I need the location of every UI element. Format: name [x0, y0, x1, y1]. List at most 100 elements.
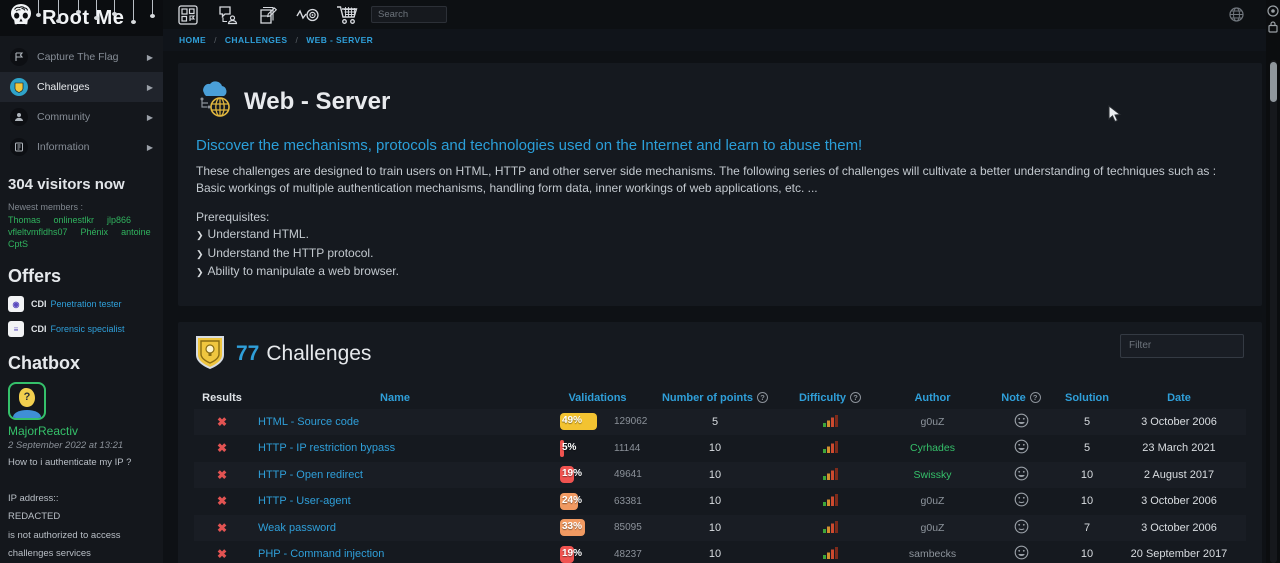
note-cell [980, 413, 1062, 431]
solution-count: 10 [1062, 495, 1112, 507]
activity-monitor-icon[interactable] [291, 4, 325, 26]
column-header-author[interactable]: Author [885, 392, 980, 404]
difficulty-bars-icon [822, 545, 839, 563]
not-solved-x-icon[interactable]: ✖ [194, 441, 250, 455]
member-link[interactable]: jlp866 [107, 215, 131, 225]
help-icon[interactable]: ? [850, 392, 861, 403]
breadcrumb-separator: / [295, 35, 298, 45]
member-link[interactable]: Phénix [81, 227, 109, 237]
right-rail [1266, 0, 1280, 563]
not-solved-x-icon[interactable]: ✖ [194, 521, 250, 535]
not-solved-x-icon[interactable]: ✖ [194, 494, 250, 508]
column-header-solution[interactable]: Solution [1062, 392, 1112, 404]
not-solved-x-icon[interactable]: ✖ [194, 468, 250, 482]
member-link[interactable]: CptS [8, 239, 28, 249]
chat-username[interactable]: MajorReactiv [8, 424, 155, 438]
chat-avatar[interactable]: ? [8, 382, 46, 420]
validation-count: 11144 [614, 443, 640, 454]
author-link[interactable]: sambecks [885, 548, 980, 560]
column-header-note[interactable]: Note? [980, 392, 1062, 404]
challenge-link[interactable]: PHP - Command injection [258, 548, 384, 560]
author-link[interactable]: g0uZ [885, 495, 980, 507]
member-link[interactable]: antoine [121, 227, 151, 237]
shop-cart-icon[interactable] [331, 4, 365, 26]
ctf-grid-icon[interactable] [171, 4, 205, 26]
logo[interactable]: Root Me [0, 0, 163, 36]
challenge-link[interactable]: HTTP - User-agent [258, 495, 351, 507]
column-header-difficulty[interactable]: Difficulty? [775, 392, 885, 404]
solution-count: 7 [1062, 522, 1112, 534]
sidebar-item-challenges[interactable]: Challenges ▶ [0, 72, 163, 102]
challenge-link[interactable]: HTML - Source code [258, 416, 359, 428]
author-link[interactable]: g0uZ [885, 522, 980, 534]
help-icon[interactable]: ? [1030, 392, 1041, 403]
points-value: 10 [655, 442, 775, 454]
date-value: 3 October 2006 [1112, 495, 1246, 507]
validation-percentage: 19% [562, 548, 582, 559]
column-header-number-of-points[interactable]: Number of points? [655, 392, 775, 404]
language-globe-icon[interactable] [1229, 7, 1244, 27]
column-label: Solution [1065, 392, 1109, 404]
sidebar-item-information[interactable]: Information▶ [0, 132, 163, 162]
challenge-link[interactable]: Weak password [258, 522, 336, 534]
lock-icon[interactable] [1267, 20, 1279, 38]
solution-count: 10 [1062, 469, 1112, 481]
offer-item[interactable]: ≡CDIForensic specialist [0, 321, 163, 337]
sidebar-item-community[interactable]: Community▶ [0, 102, 163, 132]
author-link[interactable]: Cyrhades [885, 442, 980, 454]
scrollbar-thumb[interactable] [1270, 62, 1277, 102]
not-solved-x-icon[interactable]: ✖ [194, 415, 250, 429]
points-value: 10 [655, 522, 775, 534]
category-subtitle: Discover the mechanisms, protocols and t… [196, 137, 1242, 154]
not-solved-x-icon[interactable]: ✖ [194, 547, 250, 561]
chat-timestamp: 2 September 2022 at 13:21 [8, 440, 155, 451]
community-network-icon[interactable] [211, 4, 245, 26]
prerequisites-list: ❯Understand HTML.❯Understand the HTTP pr… [196, 227, 1242, 280]
member-link[interactable]: onlinestlkr [54, 215, 95, 225]
sidebar-item-capture-the-flag[interactable]: Capture The Flag▶ [0, 42, 163, 72]
column-header-validations[interactable]: Validations [540, 392, 655, 404]
member-link[interactable]: Thomas [8, 215, 41, 225]
breadcrumb-link[interactable]: CHALLENGES [225, 35, 288, 45]
breadcrumb-link[interactable]: WEB - SERVER [306, 35, 373, 45]
breadcrumb-link[interactable]: HOME [179, 35, 206, 45]
scrollbar-track[interactable] [1270, 60, 1277, 563]
help-icon[interactable]: ? [757, 392, 768, 403]
points-value: 10 [655, 495, 775, 507]
column-label: Note [1001, 392, 1025, 404]
column-header-date[interactable]: Date [1112, 392, 1246, 404]
documents-icon[interactable] [251, 4, 285, 26]
visitors-count: 304 visitors now [0, 176, 163, 193]
author-link[interactable]: Swissky [885, 469, 980, 481]
sidebar-item-label: Capture The Flag [37, 51, 119, 63]
difficulty-bars-icon [822, 439, 839, 457]
validations-cell: 19% 49641 [540, 466, 655, 483]
validations-cell: 33% 85095 [540, 519, 655, 536]
chatbox: ? MajorReactiv 2 September 2022 at 13:21… [0, 382, 163, 563]
chevron-right-icon: ▶ [147, 83, 153, 92]
column-header-name[interactable]: Name [250, 392, 540, 404]
prerequisite-text: Understand the HTTP protocol. [208, 246, 374, 260]
challenge-link[interactable]: HTTP - Open redirect [258, 469, 363, 481]
offer-link[interactable]: Penetration tester [51, 299, 122, 309]
sidebar-item-label: Community [37, 111, 90, 123]
sidebar-item-label: Challenges [37, 81, 90, 93]
column-label: Number of points [662, 392, 753, 404]
search-input[interactable] [371, 6, 447, 23]
member-link[interactable]: vfleltvmfldhs07 [8, 227, 68, 237]
shield-icon [10, 78, 28, 96]
challenge-link[interactable]: HTTP - IP restriction bypass [258, 442, 395, 454]
filter-input[interactable] [1120, 334, 1244, 358]
info-icon [10, 138, 28, 156]
content: Web - Server Discover the mechanisms, pr… [163, 51, 1280, 563]
author-link[interactable]: g0uZ [885, 416, 980, 428]
validation-count: 85095 [614, 522, 642, 533]
prerequisites-label: Prerequisites: [196, 210, 1242, 224]
offer-item[interactable]: ◉CDIPenetration tester [0, 296, 163, 312]
chat-messages: How to i authenticate my IP ?IP address:… [8, 456, 155, 561]
column-header-results[interactable]: Results [194, 392, 250, 404]
chevron-bullet-icon: ❯ [196, 249, 204, 259]
web-server-cloud-globe-icon [196, 79, 234, 124]
offer-link[interactable]: Forensic specialist [51, 324, 125, 334]
table-row: ✖ PHP - Command injection 19% 48237 10 s… [194, 541, 1246, 563]
